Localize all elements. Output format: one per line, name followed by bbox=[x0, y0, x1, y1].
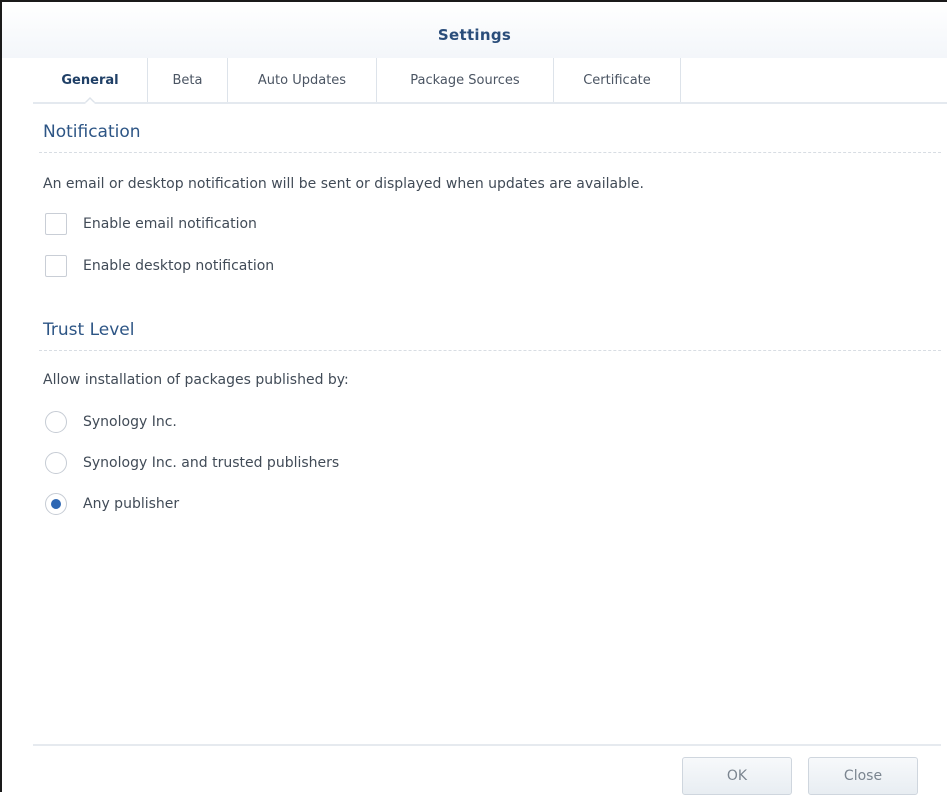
settings-window: Settings General Beta Auto Updates Packa… bbox=[0, 0, 947, 795]
section-divider bbox=[39, 350, 941, 351]
trust-trusted-publishers-radio[interactable] bbox=[45, 452, 67, 474]
tab-beta[interactable]: Beta bbox=[148, 58, 228, 102]
desktop-notification-label: Enable desktop notification bbox=[83, 258, 275, 274]
trust-level-heading: Trust Level bbox=[43, 320, 135, 340]
trust-any-publisher-label: Any publisher bbox=[83, 496, 180, 512]
section-divider bbox=[39, 152, 941, 153]
trust-level-description: Allow installation of packages published… bbox=[43, 372, 349, 388]
trust-trusted-publishers-label: Synology Inc. and trusted publishers bbox=[83, 455, 340, 471]
notification-description: An email or desktop notification will be… bbox=[43, 176, 644, 192]
desktop-notification-checkbox[interactable] bbox=[45, 255, 67, 277]
trust-any-publisher-radio[interactable] bbox=[45, 493, 67, 515]
tab-bar: General Beta Auto Updates Package Source… bbox=[33, 58, 947, 104]
tab-certificate[interactable]: Certificate bbox=[554, 58, 681, 102]
window-title: Settings bbox=[437, 26, 512, 44]
email-notification-label: Enable email notification bbox=[83, 216, 257, 232]
tab-divider bbox=[33, 102, 947, 104]
email-notification-option[interactable]: Enable email notification bbox=[45, 213, 257, 235]
trust-option-synology[interactable]: Synology Inc. bbox=[45, 411, 177, 433]
trust-option-trusted-publishers[interactable]: Synology Inc. and trusted publishers bbox=[45, 452, 339, 474]
notification-heading: Notification bbox=[43, 122, 141, 142]
tab-general[interactable]: General bbox=[33, 58, 148, 104]
ok-button[interactable]: OK bbox=[682, 757, 792, 795]
trust-option-any-publisher[interactable]: Any publisher bbox=[45, 493, 179, 515]
close-button[interactable]: Close bbox=[808, 757, 918, 795]
tab-auto-updates[interactable]: Auto Updates bbox=[228, 58, 377, 102]
footer-divider bbox=[33, 744, 941, 746]
email-notification-checkbox[interactable] bbox=[45, 213, 67, 235]
tab-package-sources[interactable]: Package Sources bbox=[377, 58, 554, 102]
trust-synology-radio[interactable] bbox=[45, 411, 67, 433]
trust-synology-label: Synology Inc. bbox=[83, 414, 177, 430]
title-bar[interactable]: Settings bbox=[2, 2, 947, 58]
radio-selected-dot bbox=[51, 499, 61, 509]
desktop-notification-option[interactable]: Enable desktop notification bbox=[45, 255, 274, 277]
